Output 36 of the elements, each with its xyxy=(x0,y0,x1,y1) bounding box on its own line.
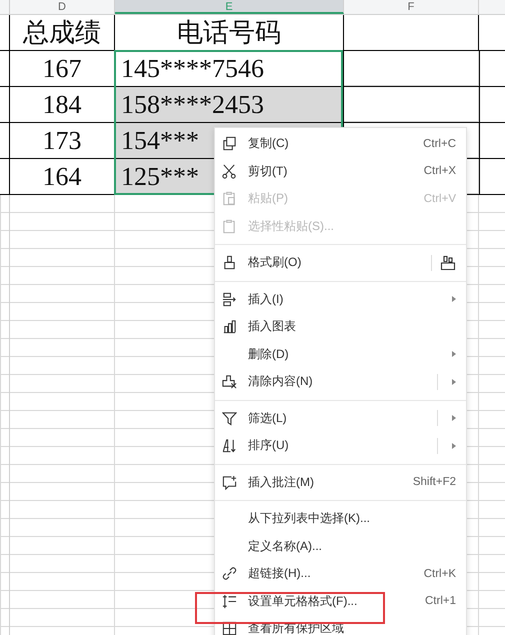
scissors-icon xyxy=(222,164,237,179)
menu-item[interactable]: 插入图表 xyxy=(215,313,466,340)
menu-item[interactable]: 设置单元格格式(F)... Ctrl+1 xyxy=(215,588,466,615)
table-cell: 145****7546 xyxy=(115,51,344,86)
brush-icon xyxy=(222,255,237,270)
menu-item[interactable]: 筛选(L) xyxy=(215,404,466,432)
table-cell: 总成绩 xyxy=(10,15,115,50)
column-header[interactable]: F xyxy=(344,0,479,14)
menu-item[interactable]: 插入(I) xyxy=(215,286,466,313)
table-cell: 167 xyxy=(10,51,115,86)
table-cell: 184 xyxy=(10,87,115,122)
menu-item[interactable]: 超链接(H)... Ctrl+K xyxy=(215,560,466,588)
menu-item[interactable]: 排序(U) xyxy=(215,432,466,460)
menu-item[interactable]: 清除内容(N) xyxy=(215,368,466,396)
table-cell: 158****2453 xyxy=(115,87,344,122)
bar-chart-icon xyxy=(222,319,237,334)
format-icon xyxy=(222,594,237,609)
eraser-icon xyxy=(222,374,237,390)
table-cell: 164 xyxy=(10,159,115,194)
insert-rows-icon xyxy=(222,292,237,307)
menu-item[interactable]: 格式刷(O) xyxy=(215,249,466,276)
grid-icon xyxy=(222,621,237,635)
clipboard-icon xyxy=(222,191,237,206)
sort-icon xyxy=(222,438,237,454)
filter-icon xyxy=(222,410,237,426)
menu-item[interactable]: 从下拉列表中选择(K)... xyxy=(215,505,466,532)
menu-item[interactable]: 定义名称(A)... xyxy=(215,532,466,560)
clipboard-icon xyxy=(222,218,237,234)
table-cell: 电话号码 xyxy=(115,15,344,50)
comment-icon xyxy=(222,474,237,490)
brush-icon[interactable] xyxy=(440,254,456,271)
copy-icon xyxy=(222,136,237,152)
table-cell: 173 xyxy=(10,123,115,158)
menu-item[interactable]: 删除(D) xyxy=(215,340,466,368)
link-icon xyxy=(222,566,237,582)
menu-item[interactable]: 插入批注(M) Shift+F2 xyxy=(215,468,466,496)
